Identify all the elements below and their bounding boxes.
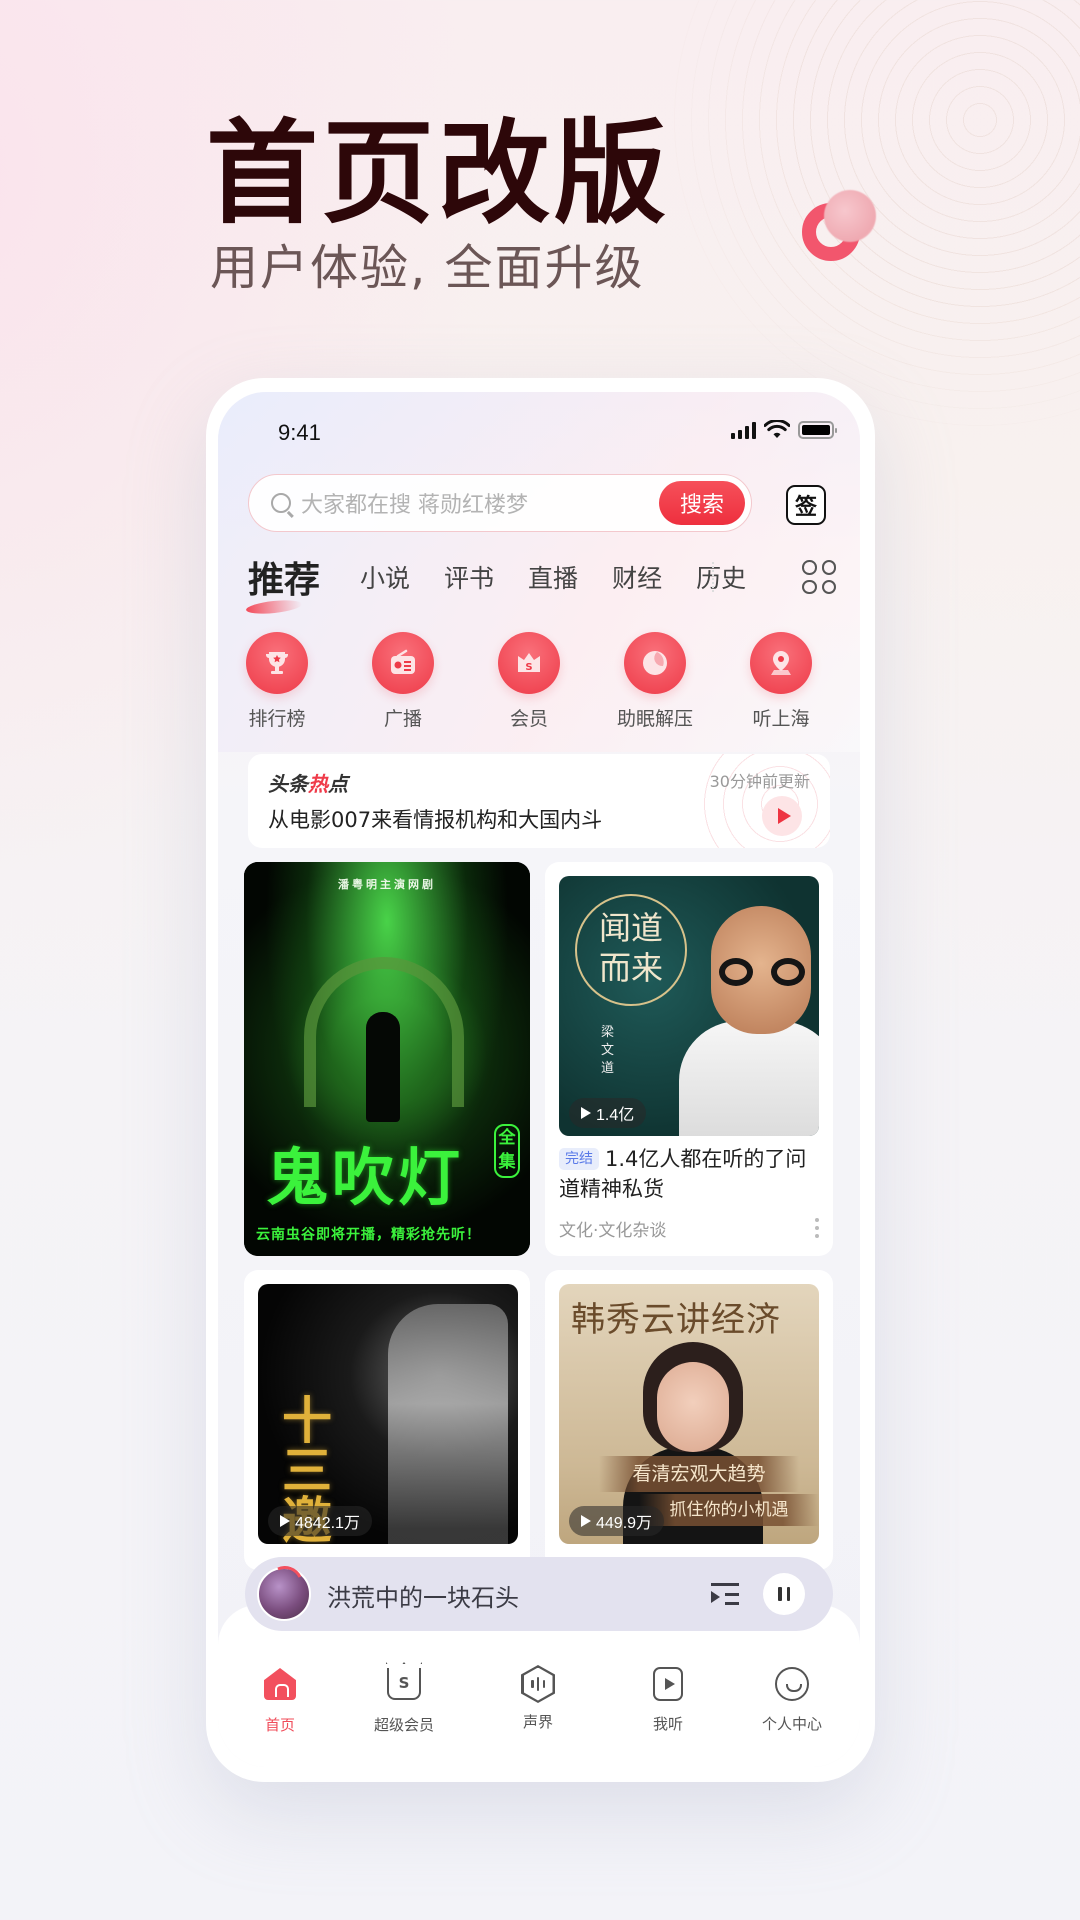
playlist-icon[interactable] xyxy=(711,1583,739,1605)
cover-band-text: 看清宏观大趋势 xyxy=(599,1456,799,1492)
play-count: 1.4亿 xyxy=(569,1098,647,1128)
more-options-icon[interactable] xyxy=(815,1218,819,1238)
quick-entries: 排行榜 广播 S 会员 助眠解压 听上海 xyxy=(218,632,860,732)
now-playing-title[interactable]: 洪荒中的一块石头 xyxy=(327,1578,519,1613)
hot-news-card[interactable]: 头条热点 30分钟前更新 从电影007来看情报机构和大国内斗 xyxy=(248,754,830,848)
quick-entry-ranking[interactable]: 排行榜 xyxy=(222,632,332,731)
signin-button[interactable]: 签 xyxy=(786,485,826,525)
card-category: 文化·文化杂谈 xyxy=(559,1221,667,1241)
tab-history[interactable]: 历史 xyxy=(696,559,746,595)
cover-title: 韩秀云讲经济 xyxy=(571,1300,781,1340)
nav-label: 声界 xyxy=(522,1713,553,1731)
status-time: 9:41 xyxy=(278,420,321,445)
nav-label: 个人中心 xyxy=(761,1715,822,1733)
quick-entry-sleep[interactable]: 助眠解压 xyxy=(600,632,710,731)
mini-player[interactable]: 洪荒中的一块石头 xyxy=(245,1557,833,1631)
content-card-hanxiuyun[interactable]: 韩秀云讲经济 看清宏观大趋势 抓住你的小机遇 449.9万 xyxy=(545,1270,833,1570)
cover-badge: 全集 xyxy=(494,1124,520,1178)
cover-top-text: 潘粤明主演网剧 xyxy=(338,878,436,891)
nav-super-vip[interactable]: S 超级会员 xyxy=(354,1665,454,1735)
cover-image: 潘粤明主演网剧 鬼吹灯 全集 云南虫谷即将开播，精彩抢先听！ xyxy=(244,862,530,1256)
vip-crown-icon: S xyxy=(387,1668,421,1700)
svg-text:S: S xyxy=(525,662,532,673)
home-icon xyxy=(264,1668,296,1700)
location-pin-icon xyxy=(750,632,812,694)
status-icons xyxy=(731,420,837,440)
tab-storytelling[interactable]: 评书 xyxy=(444,559,494,595)
content-card-guichuideng[interactable]: 潘粤明主演网剧 鬼吹灯 全集 云南虫谷即将开播，精彩抢先听！ xyxy=(244,862,530,1256)
cellular-signal-icon xyxy=(731,421,756,439)
quick-entry-label: 听上海 xyxy=(752,708,810,730)
smiley-face-icon xyxy=(775,1667,809,1701)
completed-badge: 完结 xyxy=(559,1148,599,1170)
wifi-icon xyxy=(764,420,790,438)
quick-entry-label: 助眠解压 xyxy=(616,708,693,730)
tabs-divider xyxy=(712,562,714,592)
hot-news-updated: 30分钟前更新 xyxy=(709,772,810,791)
play-count: 4842.1万 xyxy=(268,1506,372,1536)
hot-news-headline[interactable]: 从电影007来看情报机构和大国内斗 xyxy=(268,804,602,834)
phone-screen: 9:41 大家都在搜 蒋勋红楼梦 搜索 签 推荐 小说 评书 直播 财经 历史 xyxy=(218,392,860,1767)
cover-figure-art xyxy=(366,1012,400,1122)
tab-live[interactable]: 直播 xyxy=(528,559,578,595)
play-count: 449.9万 xyxy=(569,1506,665,1536)
play-icon xyxy=(581,1107,591,1119)
category-tabs: 推荐 小说 评书 直播 财经 历史 xyxy=(248,550,838,604)
battery-icon xyxy=(798,421,837,439)
cover-author: 梁文道 xyxy=(601,1025,615,1076)
cover-title: 闻道 而来 xyxy=(575,894,687,1006)
quick-entry-label: 排行榜 xyxy=(248,708,306,730)
tab-recommend[interactable]: 推荐 xyxy=(248,551,320,603)
cover-title: 鬼吹灯 xyxy=(266,1141,465,1214)
nav-label: 首页 xyxy=(264,1716,295,1734)
nav-sound-world[interactable]: 声界 xyxy=(488,1665,588,1732)
nav-home[interactable]: 首页 xyxy=(230,1665,330,1735)
hot-news-title: 头条热点 xyxy=(268,772,348,796)
play-icon xyxy=(280,1515,290,1527)
quick-entry-label: 广播 xyxy=(383,708,422,730)
play-square-icon xyxy=(653,1667,683,1701)
content-card-shisanyao[interactable]: 十三邀 4842.1万 xyxy=(244,1270,530,1570)
quick-entry-label: 会员 xyxy=(509,708,548,730)
cover-portrait xyxy=(388,1304,508,1544)
search-input[interactable]: 大家都在搜 蒋勋红楼梦 搜索 xyxy=(248,474,752,532)
play-icon xyxy=(581,1515,591,1527)
nav-my-listening[interactable]: 我听 xyxy=(618,1665,718,1734)
moon-icon xyxy=(624,632,686,694)
play-icon[interactable] xyxy=(762,796,802,836)
promo-headline: 首页改版 xyxy=(206,109,670,239)
nav-label: 超级会员 xyxy=(373,1716,434,1734)
tab-finance[interactable]: 财经 xyxy=(612,559,662,595)
search-icon xyxy=(271,493,291,513)
sound-wave-hexagon-icon xyxy=(521,1665,555,1703)
cover-band-text: 抓住你的小机遇 xyxy=(639,1494,819,1526)
radio-icon xyxy=(372,632,434,694)
vip-crown-icon: S xyxy=(498,632,560,694)
all-categories-grid-icon[interactable] xyxy=(802,560,836,594)
cover-image: 闻道 而来 梁文道 1.4亿 xyxy=(559,876,819,1136)
trophy-icon xyxy=(246,632,308,694)
decorative-ball xyxy=(824,190,876,242)
quick-entry-shanghai[interactable]: 听上海 xyxy=(726,632,836,731)
cover-tagline: 云南虫谷即将开播，精彩抢先听！ xyxy=(256,1227,481,1243)
tab-novel[interactable]: 小说 xyxy=(360,559,410,595)
cover-portrait xyxy=(679,906,819,1136)
quick-entry-vip[interactable]: S 会员 xyxy=(474,632,584,731)
search-button[interactable]: 搜索 xyxy=(659,481,745,525)
nav-label: 我听 xyxy=(652,1715,683,1733)
card-title: 完结 1.4亿人都在听的了问道精神私货 xyxy=(559,1147,807,1201)
pause-button[interactable] xyxy=(763,1573,805,1615)
promo-subheadline: 用户体验, 全面升级 xyxy=(210,240,645,296)
nav-profile[interactable]: 个人中心 xyxy=(742,1665,842,1734)
content-card-wendao[interactable]: 闻道 而来 梁文道 1.4亿 完结 1.4亿人都在听的了问道精神私货 文化·文化杂谈 xyxy=(545,862,833,1256)
cover-image: 韩秀云讲经济 看清宏观大趋势 抓住你的小机遇 449.9万 xyxy=(559,1284,819,1544)
cover-image: 十三邀 4842.1万 xyxy=(258,1284,518,1544)
now-playing-avatar[interactable] xyxy=(257,1567,311,1621)
quick-entry-radio[interactable]: 广播 xyxy=(348,632,458,731)
